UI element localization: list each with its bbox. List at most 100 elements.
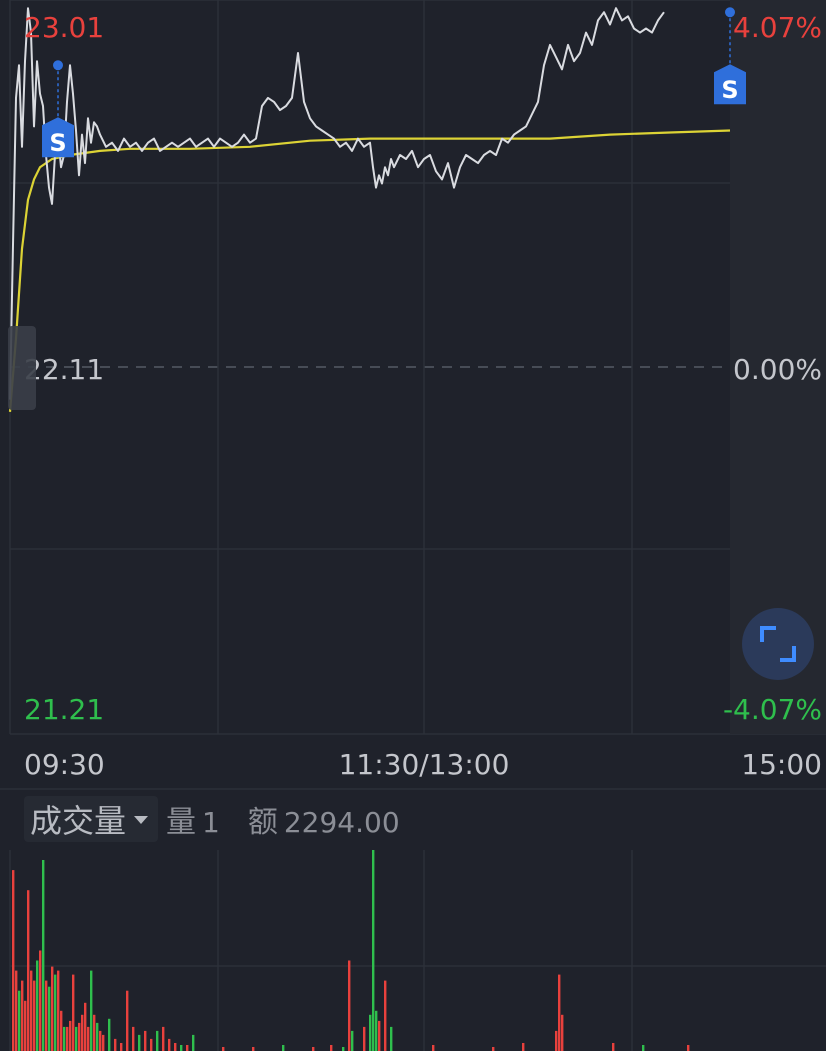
volume-bar-28	[96, 1022, 99, 1051]
volume-bar-11	[45, 980, 48, 1051]
volume-bar-68	[642, 1045, 645, 1051]
price-line	[9, 7, 665, 400]
volume-bar-25	[87, 1026, 90, 1051]
volume-bar-17	[63, 1026, 66, 1051]
pct-max-label: 4.07%	[733, 11, 822, 44]
volume-bar-33	[120, 1043, 123, 1051]
volume-bar-40	[162, 1026, 165, 1051]
volume-bar-41	[168, 1038, 171, 1051]
volume-bar-10	[42, 860, 45, 1051]
volume-bar-29	[99, 1030, 102, 1051]
volume-bar-9	[39, 950, 42, 1051]
chart-canvas[interactable]: SS 23.01 22.11 21.21 4.07% 0.00% -4.07% …	[0, 0, 826, 1051]
volume-bar-61	[432, 1045, 435, 1051]
volume-bar-62	[492, 1047, 495, 1051]
marker-label-0: S	[49, 129, 66, 157]
pct-min-label: -4.07%	[723, 693, 822, 726]
price-max-label: 23.01	[24, 11, 104, 44]
volume-bar-2	[18, 990, 21, 1051]
volume-bar-45	[192, 1034, 195, 1051]
volume-bar-4	[24, 1000, 27, 1051]
volume-bar-21	[75, 1026, 78, 1051]
volume-stat-label: 量	[166, 805, 197, 840]
volume-bar-12	[48, 986, 51, 1051]
volume-bar-42	[174, 1043, 177, 1051]
pct-mid-label: 0.00%	[733, 353, 822, 386]
volume-stat-value: 1	[202, 806, 220, 839]
volume-bar-36	[138, 1034, 141, 1051]
volume-bar-43	[180, 1045, 183, 1051]
volume-bar-18	[66, 1026, 69, 1051]
volume-bar-52	[348, 960, 351, 1051]
fullscreen-button[interactable]	[742, 608, 814, 680]
volume-bar-49	[312, 1047, 315, 1051]
volume-bar-67	[612, 1043, 615, 1051]
volume-bar-46	[222, 1047, 225, 1051]
volume-bar-31	[108, 1018, 111, 1051]
axis-label-layer: 23.01 22.11 21.21 4.07% 0.00% -4.07% 09:…	[24, 11, 822, 781]
volume-bar-26	[90, 970, 93, 1051]
price-line-layer	[9, 7, 665, 400]
price-min-label: 21.21	[24, 693, 104, 726]
volume-bar-66	[561, 1014, 564, 1051]
volume-bar-50	[330, 1045, 333, 1051]
volume-bar-51	[342, 1047, 345, 1051]
volume-stat: 量1	[166, 797, 220, 841]
amount-stat-value: 2294.00	[283, 806, 400, 839]
volume-bar-54	[363, 1026, 366, 1051]
avg-price-line	[8, 129, 731, 412]
volume-bar-39	[156, 1030, 159, 1051]
volume-bar-58	[378, 1020, 381, 1051]
volume-bar-1	[15, 970, 18, 1051]
avg-line-layer	[8, 129, 731, 412]
volume-bar-22	[78, 1022, 81, 1051]
volume-bar-15	[57, 970, 60, 1051]
time-midday-label: 11:30/13:00	[339, 748, 510, 781]
volume-bar-32	[114, 1038, 117, 1051]
marker-layer: SS	[42, 7, 746, 158]
expand-icon	[760, 626, 796, 662]
volume-header: 成交量 量1 额 2294.00	[24, 796, 400, 842]
volume-bar-37	[144, 1030, 147, 1051]
volume-bar-35	[132, 1026, 135, 1051]
marker-label-1: S	[721, 76, 738, 104]
caret-down-icon	[134, 816, 149, 824]
volume-bar-23	[81, 1014, 84, 1051]
volume-bar-13	[51, 966, 54, 1051]
volume-bar-24	[84, 1002, 87, 1051]
volume-bar-16	[60, 1010, 63, 1051]
volume-bar-63	[522, 1043, 525, 1051]
volume-bar-7	[33, 980, 36, 1051]
indicator-selector[interactable]: 成交量	[24, 796, 159, 842]
amount-stat: 额 2294.00	[248, 797, 400, 841]
volume-bar-5	[27, 890, 30, 1051]
amount-stat-label: 额	[247, 805, 278, 840]
volume-bar-14	[54, 974, 57, 1051]
volume-bar-60	[390, 1026, 393, 1051]
grid-layer	[0, 0, 826, 1051]
time-open-label: 09:30	[24, 748, 105, 781]
volume-bar-47	[252, 1047, 255, 1051]
volume-bar-55	[369, 1014, 372, 1051]
volume-bar-57	[375, 1010, 378, 1051]
time-close-label: 15:00	[741, 748, 822, 781]
indicator-selector-label: 成交量	[30, 802, 127, 840]
volume-bar-20	[72, 974, 75, 1051]
volume-bar-0	[12, 870, 15, 1051]
volume-bar-8	[36, 960, 39, 1051]
volume-bar-56	[372, 850, 375, 1051]
volume-bar-3	[21, 980, 24, 1051]
volume-bar-48	[282, 1045, 285, 1051]
volume-bar-59	[384, 980, 387, 1051]
intraday-chart-screen: SS 23.01 22.11 21.21 4.07% 0.00% -4.07% …	[0, 0, 826, 1051]
volume-bar-38	[150, 1038, 153, 1051]
price-mid-label: 22.11	[24, 353, 104, 386]
volume-bar-27	[93, 1014, 96, 1051]
volume-bar-19	[69, 1020, 72, 1051]
volume-bar-69	[687, 1045, 690, 1051]
volume-bar-53	[351, 1030, 354, 1051]
volume-bar-30	[102, 1034, 105, 1051]
volume-bar-6	[30, 970, 33, 1051]
volume-bar-34	[126, 990, 129, 1051]
left-drawer-handle[interactable]	[8, 326, 36, 410]
